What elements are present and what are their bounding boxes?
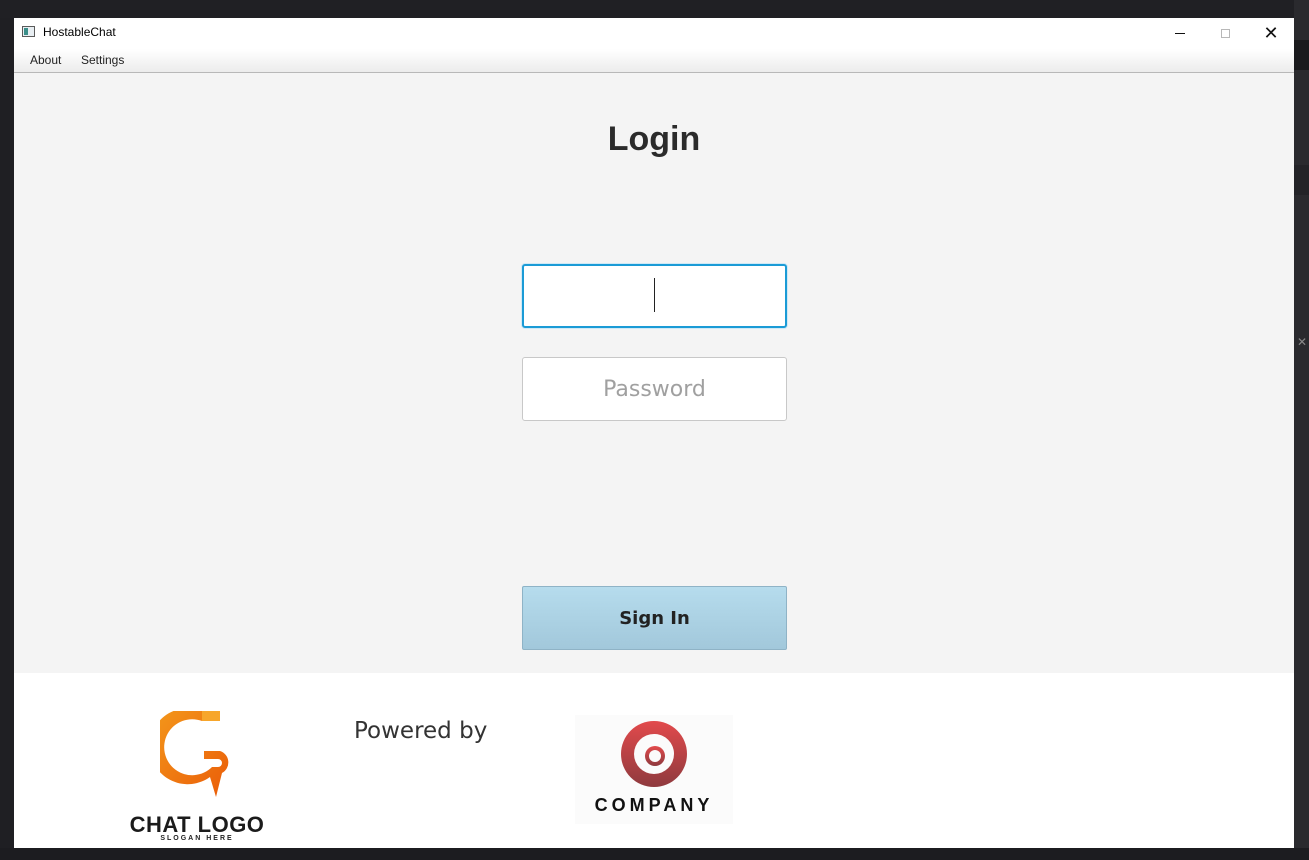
footer: CHAT LOGO SLOGAN HERE Powered by COMPANY <box>14 673 1294 848</box>
app-window: HostableChat ✕ About Settings Login Sign… <box>14 18 1294 848</box>
desktop-strip <box>1294 40 1309 70</box>
chat-logo-icon <box>160 711 229 797</box>
company-logo-text: COMPANY <box>594 795 714 815</box>
login-panel: Login Sign In <box>14 73 1294 673</box>
company-logo-icon <box>621 721 687 787</box>
desktop-background-top <box>0 0 1309 18</box>
password-field[interactable] <box>522 357 787 421</box>
menu-about[interactable]: About <box>30 53 61 67</box>
chat-logo-slogan: SLOGAN HERE <box>160 835 234 842</box>
maximize-button[interactable] <box>1202 18 1248 49</box>
menu-settings[interactable]: Settings <box>81 53 124 67</box>
chat-logo: CHAT LOGO SLOGAN HERE <box>122 711 272 846</box>
company-logo: COMPANY <box>575 715 733 824</box>
text-caret <box>654 278 655 312</box>
page-title: Login <box>607 120 701 158</box>
sign-in-button[interactable]: Sign In <box>522 586 787 650</box>
maximize-icon <box>1220 29 1230 38</box>
desktop-strip: ✕ <box>1294 165 1309 349</box>
app-icon <box>22 26 35 37</box>
close-icon: ✕ <box>1297 335 1308 349</box>
minimize-icon <box>1175 33 1185 34</box>
close-button[interactable]: ✕ <box>1248 18 1294 49</box>
window-title: HostableChat <box>43 25 116 39</box>
desktop-background-bottom <box>0 848 1309 860</box>
title-bar[interactable]: HostableChat ✕ <box>14 18 1294 49</box>
menu-bar: About Settings <box>14 49 1294 73</box>
powered-by-label: Powered by <box>354 718 488 744</box>
close-icon: ✕ <box>1263 23 1279 44</box>
desktop-background-right: ✕ <box>1294 0 1309 860</box>
minimize-button[interactable] <box>1157 18 1203 49</box>
